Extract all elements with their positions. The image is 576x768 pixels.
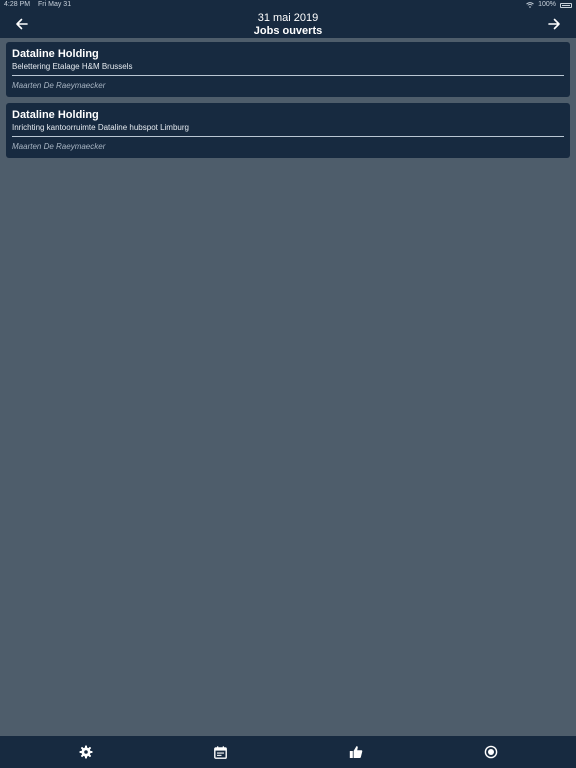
job-company: Dataline Holding [12,48,99,60]
job-divider [12,75,564,76]
nav-title: 31 mai 2019 Jobs ouverts [0,12,576,38]
next-day-button[interactable] [546,16,562,32]
tab-record[interactable] [423,736,558,768]
battery-icon [560,3,572,8]
tab-approved[interactable] [288,736,423,768]
tab-calendar[interactable] [153,736,288,768]
battery-percent: 100% [538,1,556,8]
job-description: Inrichting kantoorruimte Dataline hubspo… [12,123,189,132]
status-date: Fri May 31 [38,1,72,8]
job-person: Maarten De Raeymaecker [12,142,106,151]
gear-icon [79,745,92,759]
job-list: Dataline Holding Belettering Etalage H&M… [6,42,570,164]
tab-settings[interactable] [18,736,153,768]
job-card[interactable]: Dataline Holding Belettering Etalage H&M… [6,42,570,97]
tab-bar [0,736,576,768]
thumbs-up-icon [349,746,362,758]
status-bar: 4:28 PM Fri May 31 100% [0,0,576,10]
status-right: 100% [526,0,572,10]
wifi-icon [526,2,534,8]
record-icon [484,745,497,759]
nav-bar: 31 mai 2019 Jobs ouverts [0,10,576,38]
app-screen: 4:28 PM Fri May 31 100% 31 mai 2019 Jobs… [0,0,576,768]
job-description: Belettering Etalage H&M Brussels [12,62,133,71]
job-company: Dataline Holding [12,109,99,121]
job-card[interactable]: Dataline Holding Inrichting kantoorruimt… [6,103,570,158]
page-title: Jobs ouverts [253,25,323,37]
status-time: 4:28 PM [4,1,31,8]
calendar-icon [214,745,227,759]
job-person: Maarten De Raeymaecker [12,81,106,90]
arrow-right-icon [548,18,560,30]
nav-date: 31 mai 2019 [257,12,319,24]
job-divider [12,136,564,137]
status-left: 4:28 PM Fri May 31 [4,0,77,10]
